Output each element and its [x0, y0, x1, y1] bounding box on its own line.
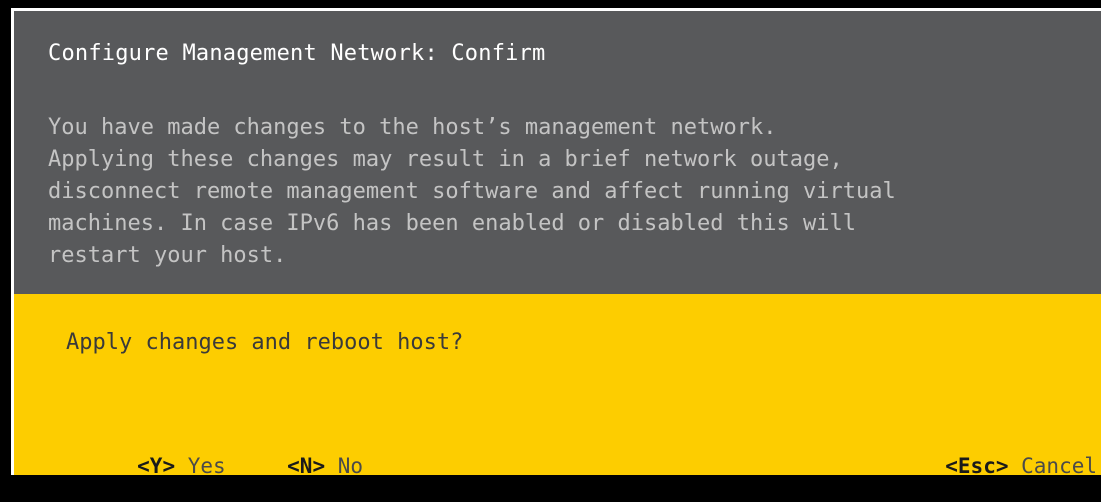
confirm-question: Apply changes and reboot host? [66, 330, 464, 355]
dialog-message: You have made changes to the host’s mana… [48, 112, 896, 272]
dialog-action-panel: Apply changes and reboot host? <Y> Yes <… [11, 294, 1101, 478]
no-button[interactable]: <N> No [186, 430, 363, 502]
confirm-dialog: Configure Management Network: Confirm Yo… [11, 8, 1101, 478]
yes-key-hint: <Y> [137, 454, 176, 478]
dialog-title: Configure Management Network: Confirm [48, 41, 546, 66]
no-label: No [337, 454, 364, 478]
message-line: restart your host. [48, 243, 287, 268]
message-line: Applying these changes may result in a b… [48, 147, 843, 172]
message-line: You have made changes to the host’s mana… [48, 115, 777, 140]
dialog-header-panel: Configure Management Network: Confirm Yo… [11, 8, 1101, 294]
cancel-button[interactable]: <Esc> Cancel [844, 430, 1097, 502]
console-screen: Configure Management Network: Confirm Yo… [0, 0, 1101, 478]
message-line: disconnect remote management software an… [48, 179, 896, 204]
no-key-hint: <N> [287, 454, 326, 478]
cancel-key-hint: <Esc> [945, 454, 1009, 478]
cancel-label: Cancel [1021, 454, 1097, 478]
message-line: machines. In case IPv6 has been enabled … [48, 211, 856, 236]
